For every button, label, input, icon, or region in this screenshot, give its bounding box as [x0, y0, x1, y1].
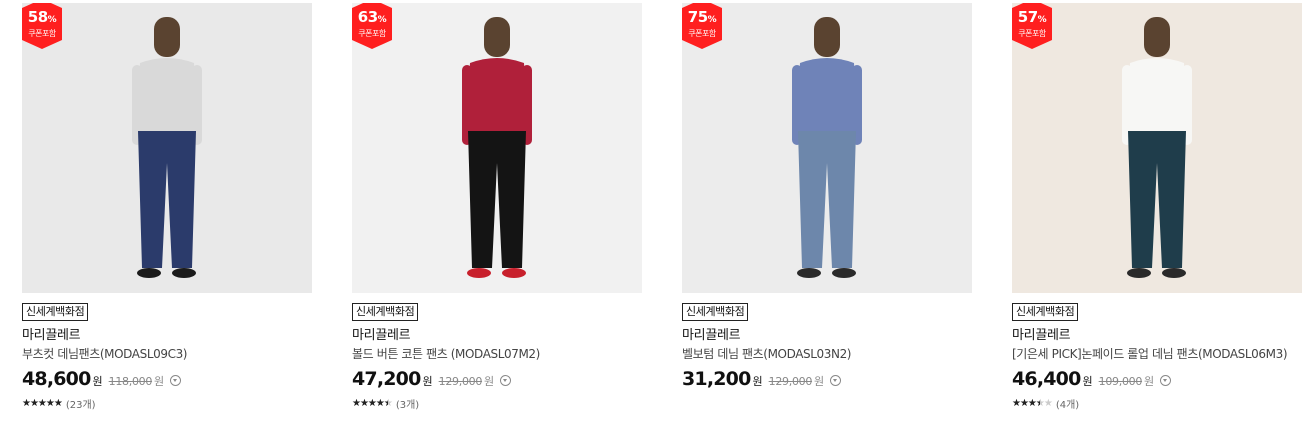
discount-rate: 63% [357, 8, 387, 26]
original-price: 129,000 [768, 375, 813, 388]
review-count: (3개) [395, 400, 420, 411]
product-image[interactable]: 75% 쿠폰포함 [682, 3, 972, 293]
price-info-icon[interactable] [500, 375, 512, 386]
product-name[interactable]: 부츠컷 데님팬츠(MODASL09C3) [22, 346, 322, 362]
original-price: 129,000 [438, 375, 483, 388]
product-image[interactable]: 57% 쿠폰포함 [1012, 3, 1302, 293]
discount-badge: 63% 쿠폰포함 [352, 3, 392, 49]
price-row: 47,200 원 129,000 원 [352, 368, 652, 390]
product-card[interactable]: 75% 쿠폰포함 신세계백화점 마리끌레르 벨보텀 데님 팬츠(MODASL03… [682, 0, 982, 406]
store-tag: 신세계백화점 [352, 303, 419, 321]
original-currency-unit: 원 [484, 375, 495, 388]
brand-name[interactable]: 마리끌레르 [1012, 328, 1312, 344]
price-info-icon[interactable] [1160, 375, 1172, 386]
discount-badge: 75% 쿠폰포함 [682, 3, 722, 49]
rating-row: ★★★★★ ★★★★★ (3개) [352, 396, 652, 411]
discount-rate: 58% [27, 8, 57, 26]
star-icons-filled: ★★★★★ [22, 398, 62, 409]
product-name[interactable]: 벨보텀 데님 팬츠(MODASL03N2) [682, 346, 982, 362]
currency-unit: 원 [92, 375, 103, 388]
original-price: 109,000 [1098, 375, 1143, 388]
price-info-icon[interactable] [830, 375, 842, 386]
currency-unit: 원 [752, 375, 763, 388]
store-tag: 신세계백화점 [682, 303, 749, 321]
coupon-included-label: 쿠폰포함 [688, 29, 716, 38]
product-image[interactable]: 58% 쿠폰포함 [22, 3, 312, 293]
currency-unit: 원 [1082, 375, 1093, 388]
discount-rate: 75% [687, 8, 717, 26]
product-image[interactable]: 63% 쿠폰포함 [352, 3, 642, 293]
star-rating: ★★★★★ ★★★★★ [22, 398, 63, 409]
currency-unit: 원 [422, 375, 433, 388]
rating-row: ★★★★★ ★★★★★ (23개) [22, 396, 322, 411]
star-icons-filled: ★★★★★ [1012, 398, 1040, 409]
price-row: 46,400 원 109,000 원 [1012, 368, 1312, 390]
product-photo [22, 3, 312, 293]
star-rating: ★★★★★ ★★★★★ [352, 398, 393, 409]
product-photo [682, 3, 972, 293]
product-photo [1012, 3, 1302, 293]
discount-rate: 57% [1017, 8, 1047, 26]
price-row: 48,600 원 118,000 원 [22, 368, 322, 390]
coupon-included-label: 쿠폰포함 [1018, 29, 1046, 38]
product-card[interactable]: 63% 쿠폰포함 신세계백화점 마리끌레르 볼드 버튼 코튼 팬츠 (MODAS… [352, 0, 652, 411]
sale-price: 47,200 [352, 368, 421, 390]
product-card[interactable]: 57% 쿠폰포함 신세계백화점 마리끌레르 [기은세 PICK]논페이드 롤업 … [1012, 0, 1312, 411]
price-info-icon[interactable] [170, 375, 182, 386]
original-price: 118,000 [108, 375, 153, 388]
discount-badge: 58% 쿠폰포함 [22, 3, 62, 49]
brand-name[interactable]: 마리끌레르 [22, 328, 322, 344]
sale-price: 48,600 [22, 368, 91, 390]
original-currency-unit: 원 [814, 375, 825, 388]
sale-price: 46,400 [1012, 368, 1081, 390]
price-row: 31,200 원 129,000 원 [682, 368, 982, 390]
original-currency-unit: 원 [154, 375, 165, 388]
product-card[interactable]: 58% 쿠폰포함 신세계백화점 마리끌레르 부츠컷 데님팬츠(MODASL09C… [22, 0, 322, 411]
review-count: (23개) [65, 400, 96, 411]
coupon-included-label: 쿠폰포함 [28, 29, 56, 38]
rating-row: ★★★★★ ★★★★★ (4개) [1012, 396, 1312, 411]
star-rating: ★★★★★ ★★★★★ [1012, 398, 1053, 409]
star-icons-filled: ★★★★★ [352, 398, 388, 409]
brand-name[interactable]: 마리끌레르 [682, 328, 982, 344]
discount-badge: 57% 쿠폰포함 [1012, 3, 1052, 49]
store-tag: 신세계백화점 [1012, 303, 1079, 321]
brand-name[interactable]: 마리끌레르 [352, 328, 652, 344]
product-grid: 58% 쿠폰포함 신세계백화점 마리끌레르 부츠컷 데님팬츠(MODASL09C… [0, 0, 1316, 429]
original-currency-unit: 원 [1144, 375, 1155, 388]
product-photo [352, 3, 642, 293]
review-count: (4개) [1055, 400, 1080, 411]
store-tag: 신세계백화점 [22, 303, 89, 321]
sale-price: 31,200 [682, 368, 751, 390]
coupon-included-label: 쿠폰포함 [358, 29, 386, 38]
product-name[interactable]: 볼드 버튼 코튼 팬츠 (MODASL07M2) [352, 346, 652, 362]
product-name[interactable]: [기은세 PICK]논페이드 롤업 데님 팬츠(MODASL06M3) [1012, 346, 1312, 362]
